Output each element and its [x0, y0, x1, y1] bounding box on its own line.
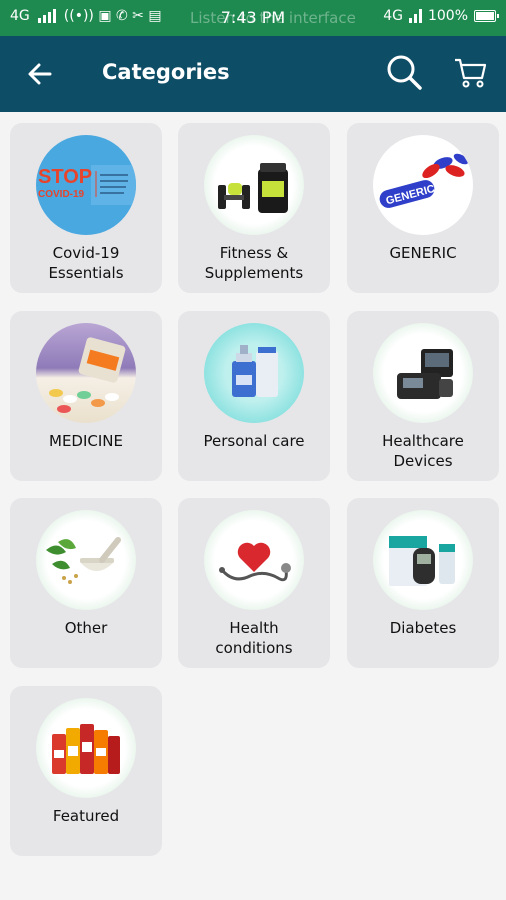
category-card-other[interactable]: Other: [10, 498, 162, 668]
category-card-health-conditions[interactable]: Health conditions: [178, 498, 330, 668]
category-card-personal-care[interactable]: Personal care: [178, 311, 330, 481]
battery-percent: 100%: [427, 8, 468, 24]
category-card-generic[interactable]: GENERIC GENERIC: [347, 123, 499, 293]
category-label: Fitness & Supplements: [204, 244, 304, 282]
search-button[interactable]: [384, 52, 424, 92]
medicine-bottle-image: [36, 323, 136, 423]
arrow-left-icon: [28, 63, 52, 85]
category-label: Diabetes: [389, 619, 457, 637]
category-label: Other: [64, 619, 108, 637]
featured-products-image: [36, 698, 136, 798]
dumbbell-supplement-image: [204, 135, 304, 235]
category-label: GENERIC: [389, 244, 457, 262]
battery-icon: [474, 10, 499, 22]
page-title: Categories: [102, 60, 230, 84]
status-right: 4G 100%: [383, 8, 499, 24]
category-card-fitness-supplements[interactable]: Fitness & Supplements: [178, 123, 330, 293]
stop-covid19-image: STOP COVID-19: [36, 135, 136, 235]
app-bar: Categories: [0, 36, 506, 112]
category-card-covid-19-essentials[interactable]: STOP COVID-19 Covid-19 Essentials: [10, 123, 162, 293]
cart-button[interactable]: [452, 54, 488, 90]
category-label: Covid-19 Essentials: [48, 244, 124, 282]
herbal-mortar-image: [36, 510, 136, 610]
healthcare-device-image: [373, 323, 473, 423]
glucometer-image: [373, 510, 473, 610]
status-bar: 4G ((•)) ▣ ✆ ✂ ▤ Listen to the interface…: [0, 0, 506, 36]
category-label: Featured: [52, 807, 120, 825]
category-card-featured[interactable]: Featured: [10, 686, 162, 856]
signal-icon-2: [408, 9, 422, 23]
category-label: Healthcare Devices: [382, 432, 464, 470]
category-label: Health conditions: [215, 619, 293, 657]
category-card-diabetes[interactable]: Diabetes: [347, 498, 499, 668]
heart-stethoscope-image: [204, 510, 304, 610]
category-label: MEDICINE: [49, 432, 123, 450]
search-icon: [387, 55, 422, 90]
category-card-healthcare-devices[interactable]: Healthcare Devices: [347, 311, 499, 481]
category-card-medicine[interactable]: MEDICINE: [10, 311, 162, 481]
covid-text: COVID-19: [38, 189, 85, 200]
back-button[interactable]: [24, 58, 56, 90]
generic-pills-image: GENERIC: [373, 135, 473, 235]
personal-care-image: [204, 323, 304, 423]
stop-text: STOP: [38, 166, 92, 188]
volte-label: 4G: [383, 8, 403, 24]
cart-icon: [455, 58, 487, 88]
category-label: Personal care: [203, 432, 305, 450]
